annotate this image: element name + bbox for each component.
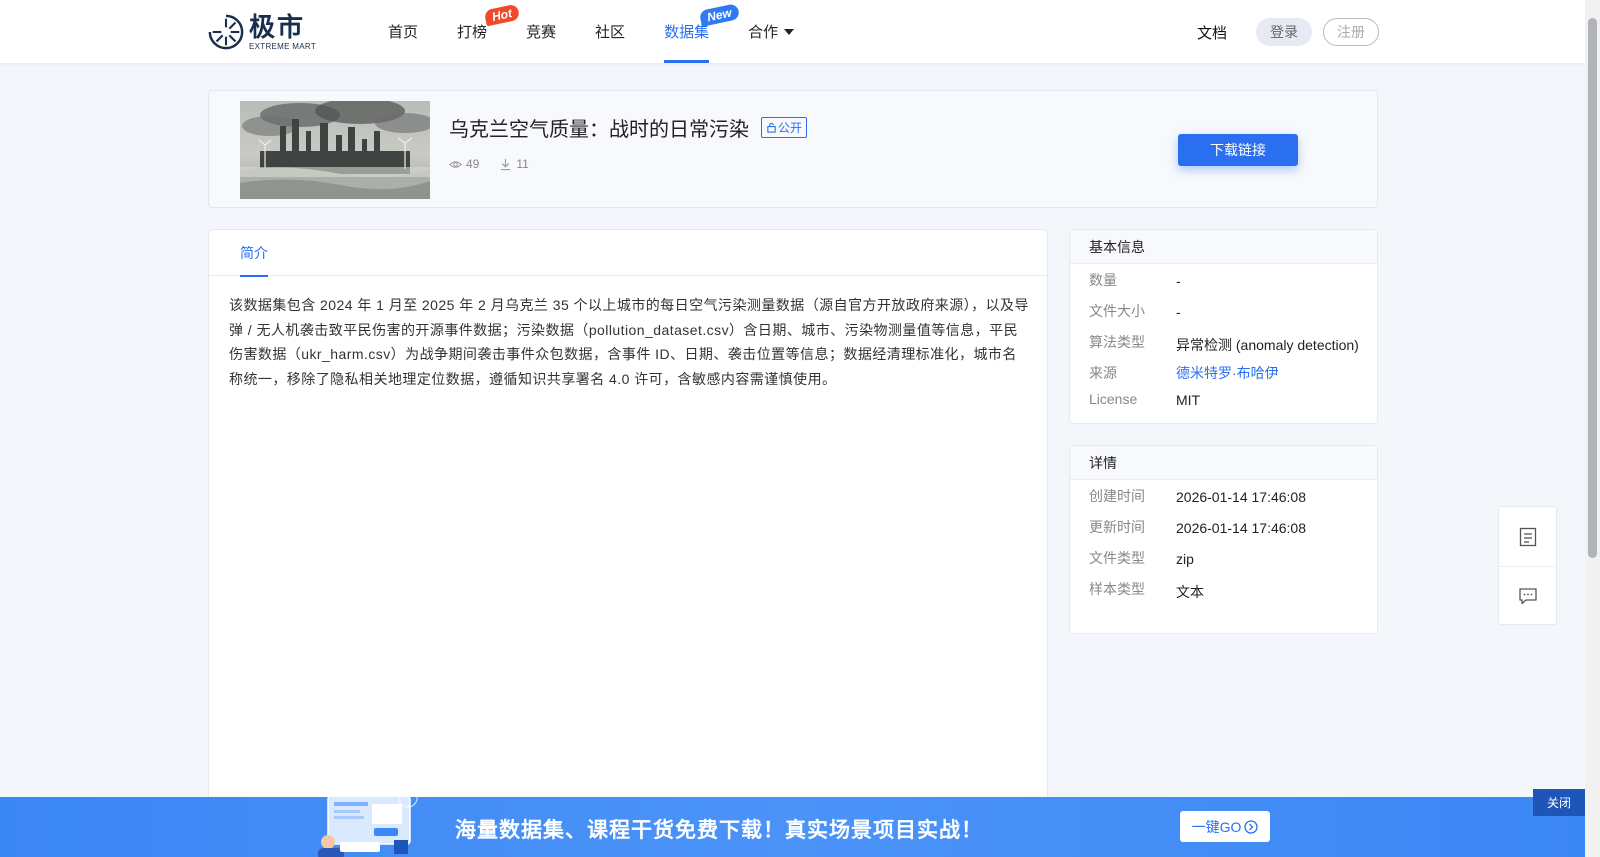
lock-open-icon (767, 122, 776, 133)
nav-leaderboard[interactable]: 打榜 Hot (457, 0, 521, 63)
dataset-header-card: 乌克兰空气质量：战时的日常污染 公开 49 11 下载链接 (208, 90, 1378, 208)
info-row-file-type: 文件类型 zip (1070, 548, 1377, 579)
visibility-tag: 公开 (761, 117, 808, 138)
info-row-count: 数量 - (1070, 270, 1377, 301)
nav-leaderboard-label: 打榜 (457, 24, 488, 41)
basic-info-heading: 基本信息 (1070, 230, 1377, 264)
banner-slogan: 海量数据集、课程干货免费下载！真实场景项目实战！ (455, 819, 983, 842)
info-label: 算法类型 (1089, 334, 1145, 350)
nav-datasets[interactable]: 数据集 New (664, 0, 740, 63)
info-label: License (1089, 391, 1138, 407)
hot-badge: Hot (483, 3, 521, 27)
info-label: 样本类型 (1089, 581, 1145, 597)
info-row-file-size: 文件大小 - (1070, 301, 1377, 332)
source-link[interactable]: 德米特罗·布哈伊 (1176, 363, 1279, 383)
info-row-updated: 更新时间 2026-01-14 17:46:08 (1070, 517, 1377, 548)
intro-panel: 简介 该数据集包含 2024 年 1 月至 2025 年 2 月乌克兰 35 个… (208, 229, 1048, 857)
info-row-algorithm: 算法类型 异常检测 (anomaly detection) (1070, 332, 1377, 363)
basic-info-card: 基本信息 数量 - 文件大小 - 算法类型 异常检测 (anomaly dete… (1069, 229, 1378, 424)
eye-icon (449, 160, 462, 168)
nav-community[interactable]: 社区 (595, 0, 625, 63)
download-link-button[interactable]: 下载链接 (1178, 134, 1298, 166)
info-row-source: 来源 德米特罗·布哈伊 (1070, 363, 1377, 391)
promo-banner: 海量数据集、课程干货免费下载！真实场景项目实战！ 一键GO 关闭 (0, 789, 1585, 857)
download-icon (501, 158, 511, 170)
logo-name: 极市 (249, 11, 306, 42)
visibility-label: 公开 (778, 121, 803, 135)
intro-tabs: 简介 (209, 230, 1047, 277)
info-value: 文本 (1176, 584, 1204, 600)
dataset-title: 乌克兰空气质量：战时的日常污染 (449, 119, 749, 141)
login-button[interactable]: 登录 (1256, 18, 1312, 46)
banner-close-button[interactable]: 关闭 (1533, 789, 1585, 816)
info-value: - (1176, 273, 1181, 289)
logo-mark-icon (208, 14, 244, 50)
page-scrollbar[interactable] (1585, 0, 1600, 857)
nav-home[interactable]: 首页 (388, 0, 418, 63)
dataset-description: 该数据集包含 2024 年 1 月至 2025 年 2 月乌克兰 35 个以上城… (229, 297, 1029, 387)
feedback-float-button[interactable] (1499, 566, 1556, 625)
downloads-stat: 11 (499, 157, 529, 171)
main-nav: 首页 打榜 Hot 竞赛 社区 数据集 New 合作 (368, 0, 795, 63)
dataset-cover-image (240, 101, 430, 199)
banner-go-label: 一键GO (1191, 818, 1242, 835)
details-card: 详情 创建时间 2026-01-14 17:46:08 更新时间 2026-01… (1069, 445, 1378, 634)
docs-link[interactable]: 文档 (1197, 22, 1227, 43)
logo[interactable]: 极市 EXTREME MART (207, 13, 316, 51)
downloads-count: 11 (516, 157, 529, 171)
views-stat: 49 (449, 157, 479, 171)
info-label: 文件类型 (1089, 550, 1145, 566)
info-label: 更新时间 (1089, 519, 1145, 535)
details-heading: 详情 (1070, 446, 1377, 480)
scrollbar-thumb[interactable] (1588, 18, 1597, 558)
info-row-license: License MIT (1070, 391, 1377, 422)
nav-competition[interactable]: 竞赛 (526, 0, 556, 63)
banner-go-button[interactable]: 一键GO (1180, 811, 1270, 842)
floating-toolbar (1498, 506, 1557, 625)
info-row-sample-type: 样本类型 文本 (1070, 579, 1377, 610)
tab-intro[interactable]: 简介 (240, 230, 268, 277)
info-value: 2026-01-14 17:46:08 (1176, 520, 1306, 536)
arrow-right-circle-icon (1244, 819, 1259, 834)
chevron-down-icon (784, 28, 795, 35)
info-label: 创建时间 (1089, 488, 1145, 504)
nav-competition-label: 竞赛 (526, 24, 557, 41)
info-value: zip (1176, 551, 1194, 567)
info-row-created: 创建时间 2026-01-14 17:46:08 (1070, 486, 1377, 517)
nav-cooperation-label: 合作 (748, 24, 779, 41)
info-value: - (1176, 304, 1181, 320)
logo-tagline: EXTREME MART (249, 41, 317, 51)
banner-illustration-icon (318, 792, 418, 857)
views-count: 49 (466, 157, 480, 171)
nav-community-label: 社区 (595, 24, 626, 41)
register-button[interactable]: 注册 (1323, 18, 1379, 46)
info-value: MIT (1176, 392, 1201, 408)
nav-home-label: 首页 (388, 24, 419, 41)
document-icon (1519, 527, 1536, 546)
top-header: 极市 EXTREME MART 首页 打榜 Hot 竞赛 社区 数据集 New … (0, 0, 1585, 63)
info-label: 文件大小 (1089, 303, 1145, 319)
new-badge: New (698, 3, 740, 27)
chat-bubble-icon (1518, 588, 1537, 605)
info-label: 来源 (1089, 365, 1117, 381)
info-value: 异常检测 (anomaly detection) (1176, 337, 1359, 353)
info-label: 数量 (1089, 272, 1117, 288)
info-value: 2026-01-14 17:46:08 (1176, 489, 1306, 505)
document-float-button[interactable] (1499, 507, 1556, 566)
nav-cooperation[interactable]: 合作 (748, 0, 795, 63)
